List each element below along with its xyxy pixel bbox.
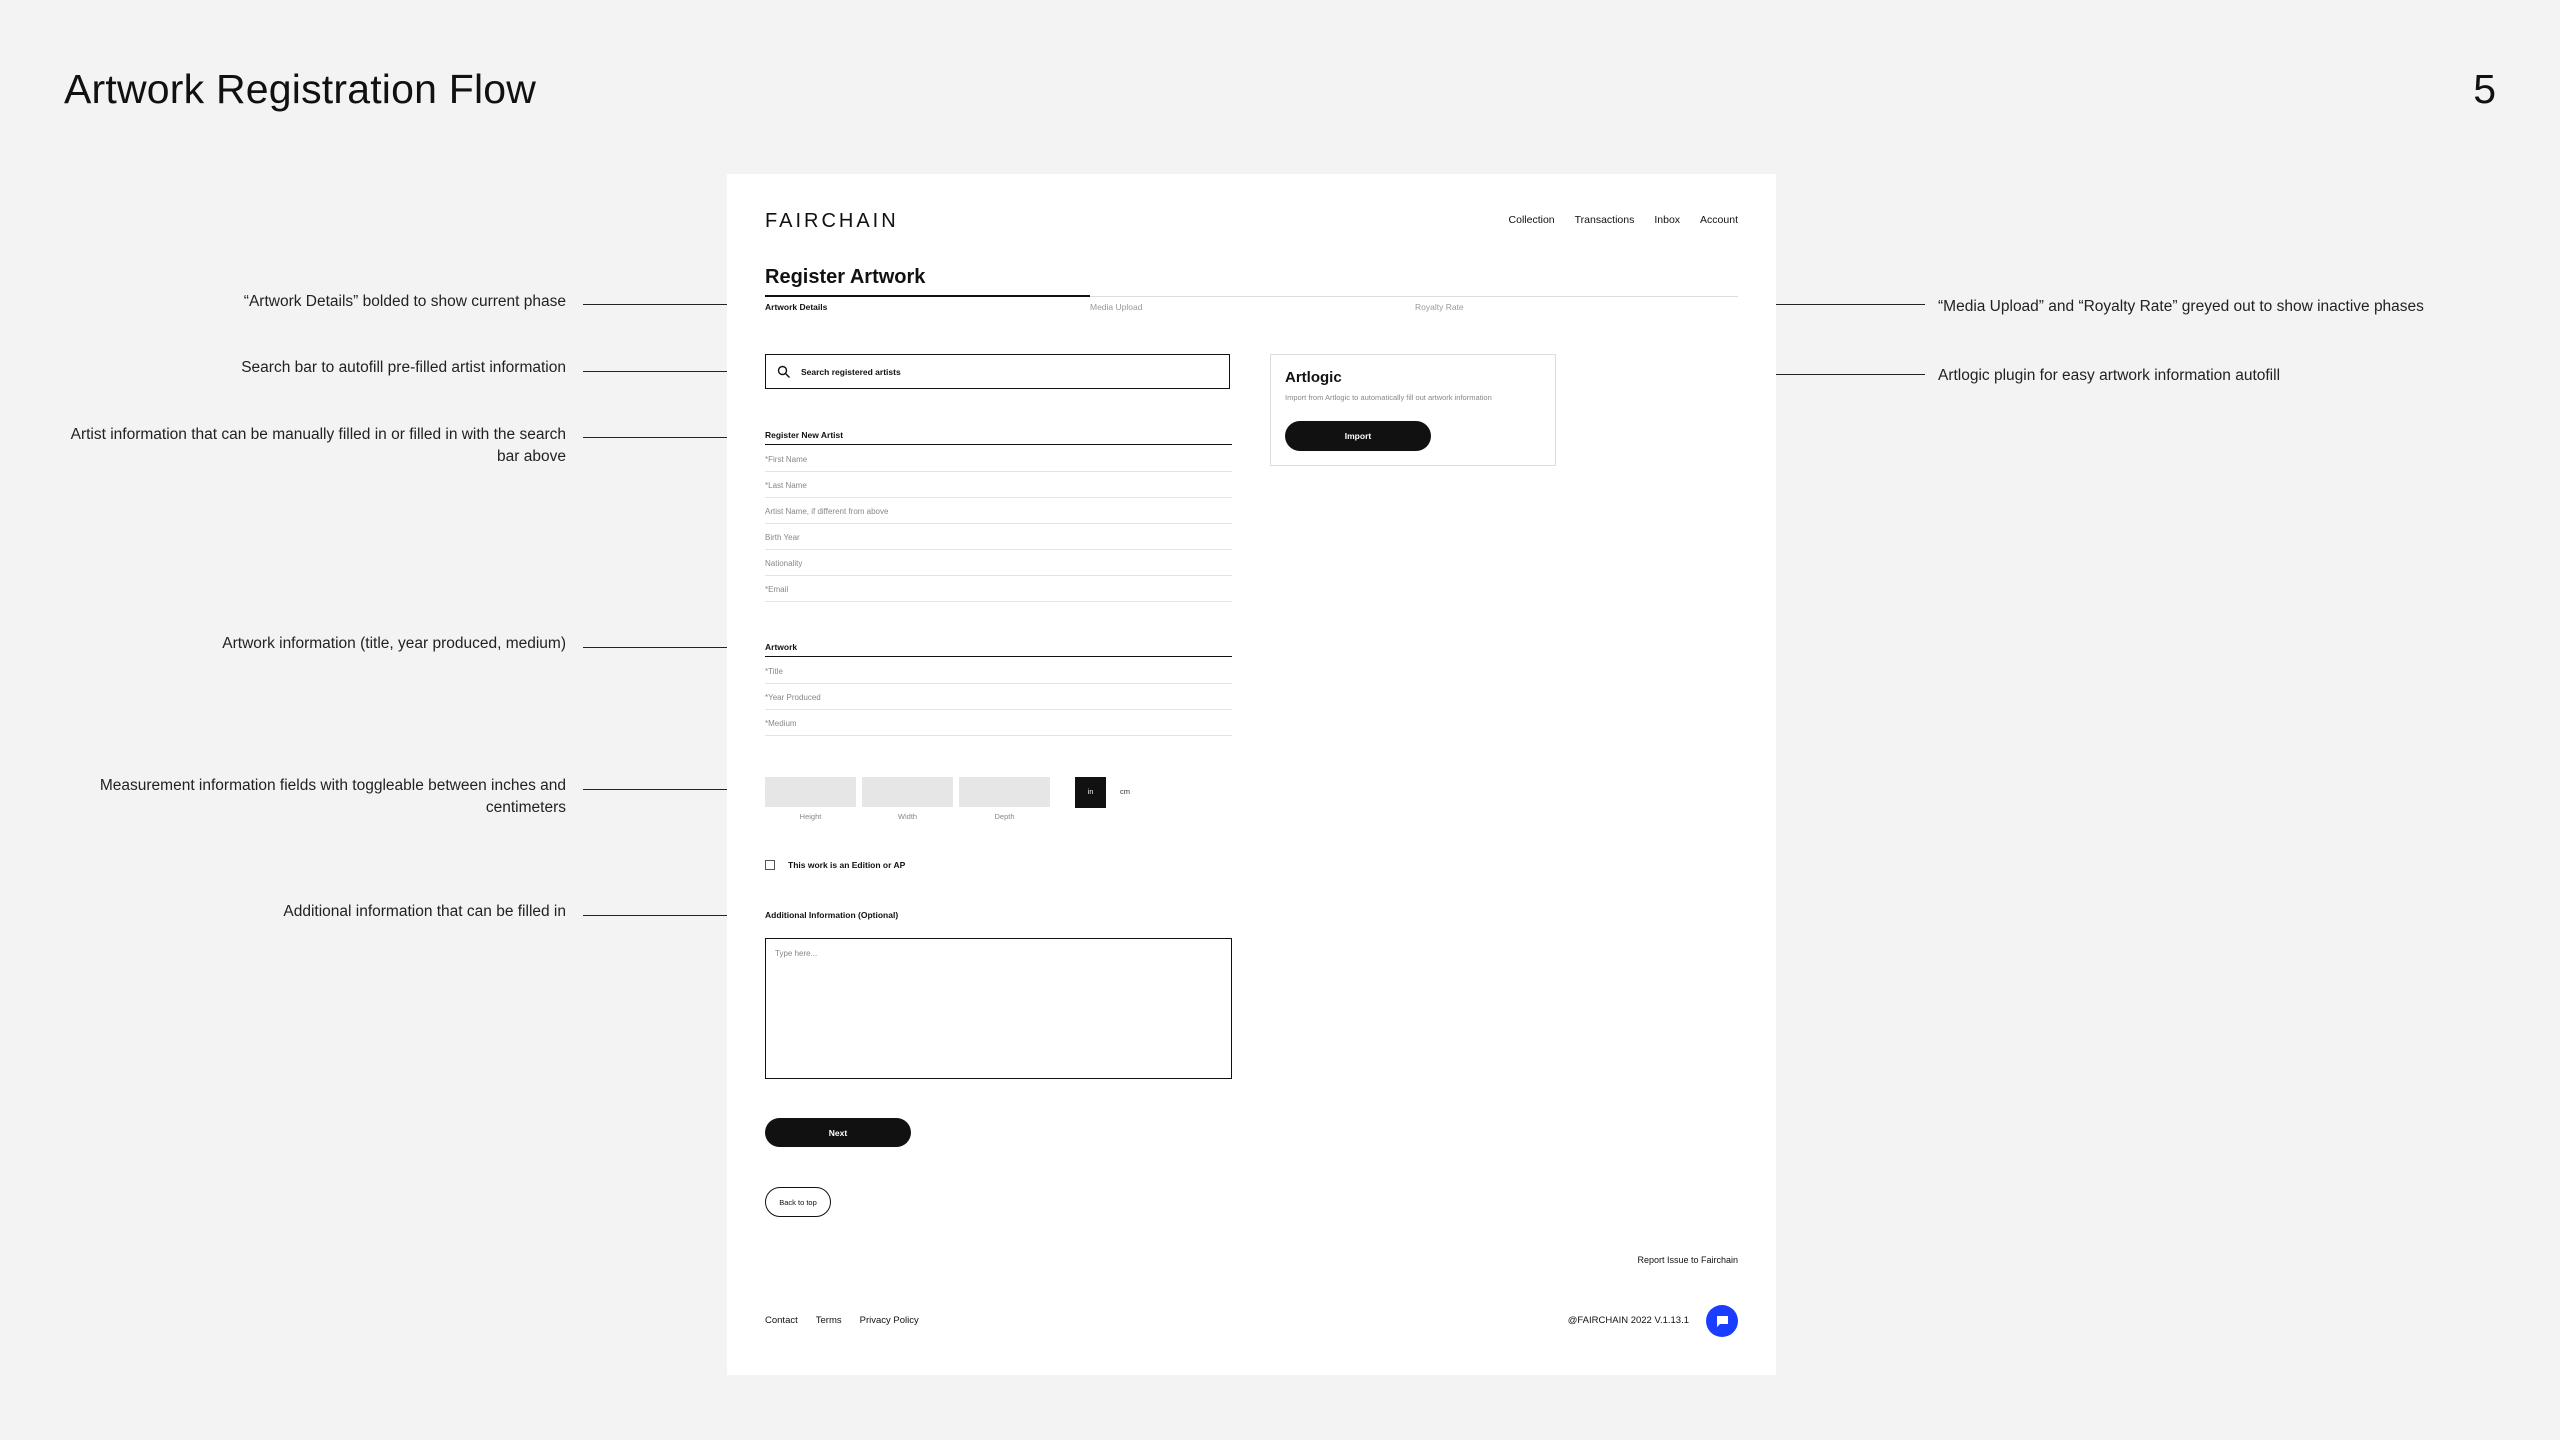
annotation-artist-info: Artist information that can be manually … (70, 426, 566, 465)
medium-field[interactable]: *Medium (765, 710, 1232, 736)
footer-terms-link[interactable]: Terms (816, 1315, 842, 1326)
next-button[interactable]: Next (765, 1118, 911, 1147)
artlogic-title: Artlogic (1285, 369, 1342, 386)
artlogic-card: Artlogic Import from Artlogic to automat… (1270, 354, 1556, 466)
birth-year-field[interactable]: Birth Year (765, 524, 1232, 550)
annotation-artwork-details: “Artwork Details” bolded to show current… (243, 293, 566, 310)
edition-checkbox-label: This work is an Edition or AP (788, 860, 906, 870)
search-icon (777, 365, 790, 378)
width-input[interactable] (862, 777, 953, 807)
back-to-top-button[interactable]: Back to top (765, 1187, 831, 1217)
page-title: Register Artwork (765, 266, 926, 288)
fairchain-logo[interactable]: FAIRCHAIN (765, 210, 899, 233)
slide-page-number: 5 (2473, 66, 2496, 112)
footer-links: Contact Terms Privacy Policy (765, 1315, 919, 1326)
unit-toggle-cm[interactable]: cm (1120, 787, 1130, 796)
annotation-search-bar: Search bar to autofill pre-filled artist… (241, 359, 566, 376)
first-name-field[interactable]: *First Name (765, 446, 1232, 472)
depth-label: Depth (994, 812, 1015, 821)
height-label: Height (799, 812, 822, 821)
annotation-additional: Additional information that can be fille… (283, 903, 566, 920)
app-page: FAIRCHAIN Collection Transactions Inbox … (727, 174, 1776, 1375)
search-input[interactable]: Search registered artists (765, 354, 1230, 389)
title-field[interactable]: *Title (765, 658, 1232, 684)
nav-account[interactable]: Account (1700, 214, 1738, 226)
annotation-artwork-info: Artwork information (title, year produce… (222, 635, 566, 652)
nav-transactions[interactable]: Transactions (1575, 214, 1635, 226)
edition-checkbox[interactable] (765, 860, 775, 870)
footer-contact-link[interactable]: Contact (765, 1315, 798, 1326)
slide-title: Artwork Registration Flow (64, 66, 537, 112)
height-input[interactable] (765, 777, 856, 807)
footer-privacy-link[interactable]: Privacy Policy (860, 1315, 919, 1326)
section-register-new-artist: Register New Artist (765, 430, 1232, 445)
nationality-field[interactable]: Nationality (765, 550, 1232, 576)
step-artwork-details[interactable]: Artwork Details (765, 302, 827, 312)
annotation-inactive-phases: “Media Upload” and “Royalty Rate” greyed… (1938, 298, 2424, 315)
artlogic-import-button[interactable]: Import (1285, 421, 1431, 451)
year-produced-field[interactable]: *Year Produced (765, 684, 1232, 710)
chat-button[interactable] (1706, 1305, 1738, 1337)
depth-input[interactable] (959, 777, 1050, 807)
report-issue-link[interactable]: Report Issue to Fairchain (1637, 1255, 1738, 1265)
copyright-text: @FAIRCHAIN 2022 V.1.13.1 (1567, 1315, 1689, 1326)
artist-name-field[interactable]: Artist Name, if different from above (765, 498, 1232, 524)
last-name-field[interactable]: *Last Name (765, 472, 1232, 498)
width-label: Width (897, 812, 918, 821)
top-nav: Collection Transactions Inbox Account (1509, 214, 1738, 226)
nav-inbox[interactable]: Inbox (1654, 214, 1680, 226)
section-artwork: Artwork (765, 642, 1232, 657)
additional-info-textarea[interactable]: Type here... (765, 938, 1232, 1079)
annotation-artlogic: Artlogic plugin for easy artwork informa… (1938, 367, 2281, 384)
search-placeholder: Search registered artists (801, 366, 901, 377)
artlogic-description: Import from Artlogic to automatically fi… (1285, 393, 1492, 402)
unit-toggle-in[interactable]: in (1075, 777, 1106, 808)
chat-icon (1716, 1315, 1728, 1327)
step-media-upload[interactable]: Media Upload (1090, 302, 1142, 312)
step-progress (765, 295, 1738, 297)
section-additional-information: Additional Information (Optional) (765, 910, 899, 920)
nav-collection[interactable]: Collection (1509, 214, 1555, 226)
annotation-measurement: Measurement information fields with togg… (99, 777, 566, 816)
email-field[interactable]: *Email (765, 576, 1232, 602)
step-royalty-rate[interactable]: Royalty Rate (1415, 302, 1464, 312)
step-progress-active (765, 295, 1090, 297)
